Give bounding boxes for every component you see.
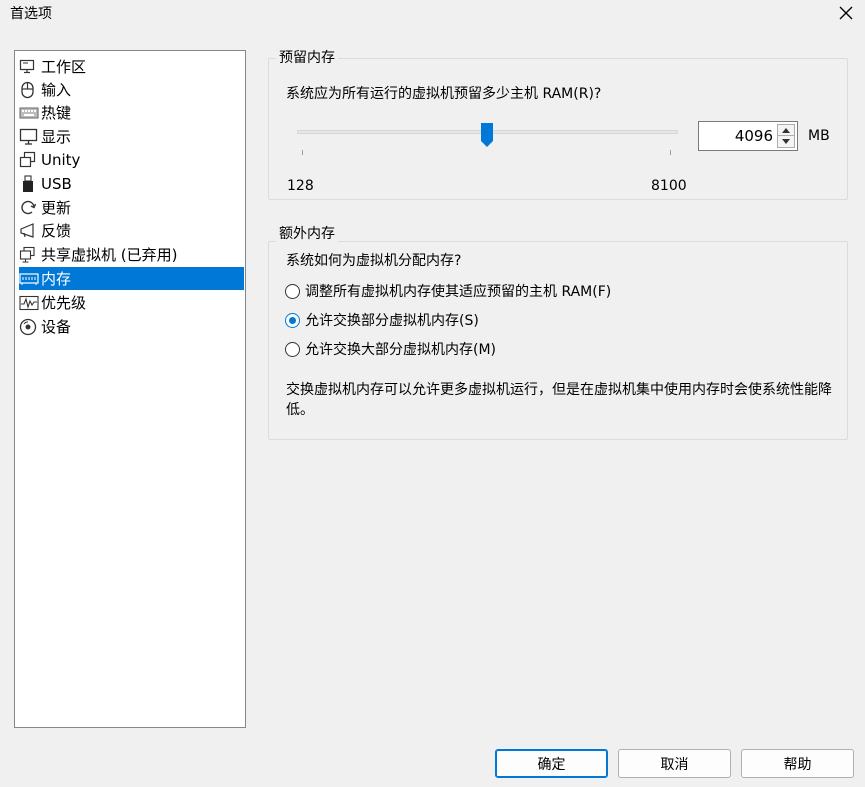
sidebar-item-usb[interactable]: USB — [19, 172, 244, 195]
radio-label: 调整所有虚拟机内存使其适应预留的主机 RAM(F) — [305, 284, 612, 300]
sidebar-item-label: 工作区 — [41, 57, 87, 76]
sidebar-item-input[interactable]: 输入 — [19, 78, 244, 101]
sidebar-item-updates[interactable]: 更新 — [19, 196, 244, 219]
ok-button[interactable]: 确定 — [495, 749, 608, 778]
title-bar: 首选项 — [0, 0, 865, 30]
caret-down-icon — [782, 139, 790, 144]
shared-vm-icon — [19, 246, 39, 264]
reserved-memory-question: 系统应为所有运行的虚拟机预留多少主机 RAM(R)? — [286, 86, 602, 102]
reserved-memory-input[interactable] — [701, 125, 775, 147]
memory-icon — [19, 270, 39, 288]
keyboard-icon — [19, 104, 39, 122]
sidebar-item-label: 显示 — [41, 127, 72, 146]
sidebar-item-label: 热键 — [41, 103, 72, 122]
slider-max-label: 8100 — [651, 178, 687, 194]
sidebar-item-label: 更新 — [41, 198, 72, 217]
sidebar-item-label: Unity — [41, 150, 81, 169]
sidebar-item-label: 设备 — [41, 317, 72, 336]
spin-down-button[interactable] — [778, 136, 794, 147]
reserved-memory-spinbox[interactable] — [698, 121, 798, 151]
mouse-icon — [19, 81, 39, 99]
additional-memory-title: 额外内存 — [276, 225, 338, 243]
sidebar-item-label: 反馈 — [41, 221, 72, 240]
caret-up-icon — [782, 127, 790, 133]
slider-tick-max — [670, 150, 671, 155]
sidebar-item-feedback[interactable]: 反馈 — [19, 219, 244, 242]
unity-windows-icon — [19, 151, 39, 169]
additional-memory-question: 系统如何为虚拟机分配内存? — [286, 253, 462, 269]
monitor-icon — [19, 128, 39, 146]
sidebar-item-memory[interactable]: 内存 — [19, 267, 244, 290]
radio-button-checked[interactable] — [285, 312, 300, 328]
sidebar-item-hotkeys[interactable]: 热键 — [19, 101, 244, 124]
sidebar-item-devices[interactable]: 设备 — [19, 315, 244, 338]
spin-up-button[interactable] — [778, 125, 794, 136]
sidebar-item-label: USB — [41, 174, 72, 193]
sidebar-item-label: 共享虚拟机 (已弃用) — [41, 245, 178, 264]
sidebar-item-priority[interactable]: 优先级 — [19, 291, 244, 314]
close-button[interactable] — [835, 2, 857, 24]
radio-button[interactable] — [285, 283, 300, 299]
help-button[interactable]: 帮助 — [741, 749, 854, 778]
memory-unit-label: MB — [808, 128, 830, 144]
radio-swap-some[interactable]: 允许交换部分虚拟机内存(S) — [285, 310, 479, 330]
radio-fit-reserved[interactable]: 调整所有虚拟机内存使其适应预留的主机 RAM(F) — [285, 281, 611, 301]
priority-chart-icon — [19, 294, 39, 312]
megaphone-icon — [19, 222, 39, 240]
radio-swap-most[interactable]: 允许交换大部分虚拟机内存(M) — [285, 339, 496, 359]
sidebar-item-display[interactable]: 显示 — [19, 125, 244, 148]
radio-label: 允许交换部分虚拟机内存(S) — [305, 313, 479, 329]
radio-label: 允许交换大部分虚拟机内存(M) — [305, 342, 497, 358]
reserved-memory-title: 预留内存 — [276, 49, 338, 67]
sidebar-item-unity[interactable]: Unity — [19, 148, 244, 171]
sidebar-item-shared-vms[interactable]: 共享虚拟机 (已弃用) — [19, 243, 244, 266]
usb-icon — [19, 174, 39, 193]
settings-category-list[interactable]: 工作区 输入 热键 显示 Unity USB 更新 反馈 共享虚拟机 (已弃用)… — [14, 50, 246, 728]
sidebar-item-label: 内存 — [41, 269, 72, 288]
sidebar-item-workspace[interactable]: 工作区 — [19, 55, 244, 78]
sidebar-item-label: 输入 — [41, 80, 72, 99]
workspace-icon — [19, 58, 39, 76]
cancel-button[interactable]: 取消 — [618, 749, 731, 778]
device-disc-icon — [19, 318, 39, 336]
slider-tick-min — [302, 150, 303, 155]
sidebar-item-label: 优先级 — [41, 293, 87, 312]
close-icon — [839, 6, 853, 20]
swap-note: 交换虚拟机内存可以允许更多虚拟机运行，但是在虚拟机集中使用内存时会使系统性能降低… — [286, 382, 832, 418]
spin-buttons — [777, 124, 795, 148]
radio-button[interactable] — [285, 341, 300, 357]
refresh-icon — [19, 199, 39, 217]
window-title: 首选项 — [10, 6, 52, 22]
reserved-memory-slider-thumb[interactable] — [480, 122, 494, 148]
slider-min-label: 128 — [287, 178, 314, 194]
